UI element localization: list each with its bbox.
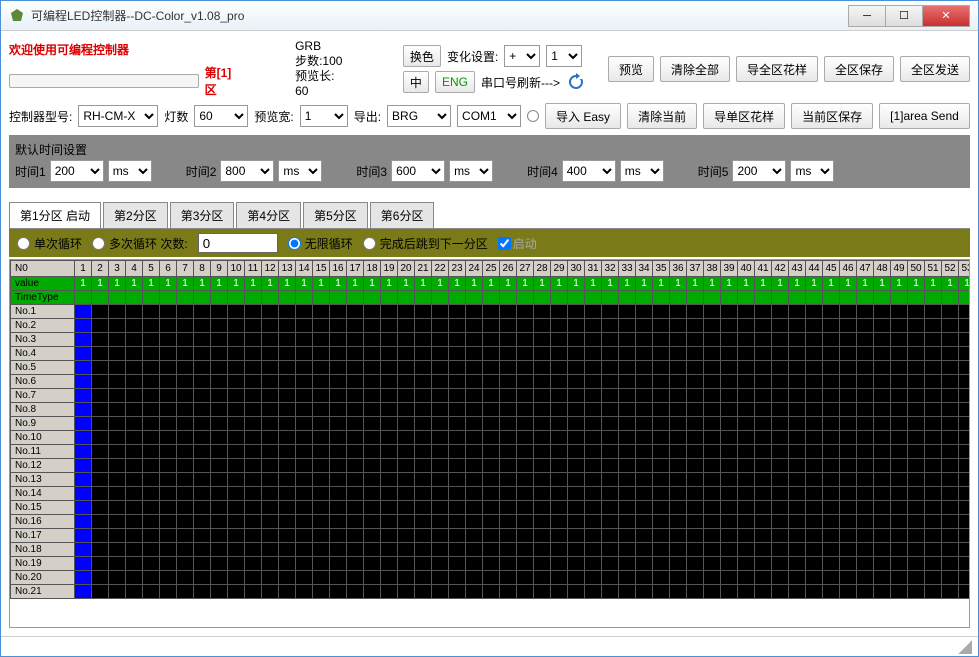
preview-width-select[interactable]: 1 (300, 105, 348, 127)
preview-button[interactable]: 预览 (608, 56, 654, 82)
table-row[interactable]: No.19 (11, 557, 971, 571)
zone-tab-5[interactable]: 第5分区 (303, 202, 368, 228)
startup-checkbox[interactable]: 启动 (498, 235, 537, 252)
clear-all-button[interactable]: 清除全部 (660, 56, 730, 82)
com-port-select[interactable]: COM1 (457, 105, 521, 127)
table-row[interactable]: No.14 (11, 487, 971, 501)
table-row[interactable]: No.21 (11, 585, 971, 599)
pattern-grid[interactable]: N012345678910111213141516171819202122232… (9, 259, 970, 628)
zone-tab-2[interactable]: 第2分区 (103, 202, 168, 228)
multi-loop-count[interactable] (198, 233, 278, 253)
table-row[interactable]: No.8 (11, 403, 971, 417)
table-row[interactable]: No.11 (11, 445, 971, 459)
time4-value[interactable]: 400 (562, 160, 616, 182)
table-row[interactable]: No.10 (11, 431, 971, 445)
time1-value[interactable]: 200 (50, 160, 104, 182)
table-row[interactable]: No.13 (11, 473, 971, 487)
send-all-button[interactable]: 全区发送 (900, 56, 970, 82)
window-title: 可编程LED控制器--DC-Color_v1.08_pro (31, 7, 849, 24)
table-row[interactable]: No.5 (11, 361, 971, 375)
time3-label: 时间3 (356, 163, 387, 180)
grb-label: GRB (295, 39, 351, 54)
one-select[interactable]: 1 (546, 45, 582, 67)
plus-select[interactable]: + (504, 45, 540, 67)
time5-unit[interactable]: ms (790, 160, 834, 182)
controller-model-label: 控制器型号: (9, 108, 72, 125)
table-row[interactable]: No.1 (11, 305, 971, 319)
time3-unit[interactable]: ms (449, 160, 493, 182)
zone-tab-4[interactable]: 第4分区 (236, 202, 301, 228)
preview-width-label: 预览宽: (254, 108, 293, 125)
table-row[interactable]: No.20 (11, 571, 971, 585)
lights-select[interactable]: 60 (194, 105, 248, 127)
area-send-button[interactable]: [1]area Send (879, 103, 970, 129)
zone-tab-6[interactable]: 第6分区 (370, 202, 435, 228)
save-current-button[interactable]: 当前区保存 (791, 103, 873, 129)
area-label: 第[1]区 (205, 64, 244, 98)
change-setting-label: 变化设置: (447, 48, 498, 65)
time5-label: 时间5 (698, 163, 729, 180)
progress-bar (9, 74, 199, 88)
status-dot (527, 110, 539, 122)
infinite-loop-radio[interactable]: 无限循环 (288, 235, 353, 252)
zone-tab-1[interactable]: 第1分区 启动 (9, 202, 101, 228)
export-all-pattern-button[interactable]: 导全区花样 (736, 56, 818, 82)
table-row[interactable]: No.7 (11, 389, 971, 403)
time2-value[interactable]: 800 (220, 160, 274, 182)
lights-label: 灯数 (164, 108, 188, 125)
loop-bar: 单次循环 多次循环 次数: 无限循环 完成后跳到下一分区 启动 (9, 229, 970, 257)
resize-grip[interactable] (958, 640, 972, 654)
table-row[interactable]: No.15 (11, 501, 971, 515)
clear-current-button[interactable]: 清除当前 (627, 103, 697, 129)
time-settings-bar: 默认时间设置 时间1 200 ms 时间2 800 ms 时间3 600 ms (9, 135, 970, 188)
steps-label: 步数:100 (295, 54, 351, 69)
com-refresh-label: 串口号刷新---> (481, 74, 560, 91)
save-all-button[interactable]: 全区保存 (824, 56, 894, 82)
table-row[interactable]: No.18 (11, 543, 971, 557)
zone-tab-3[interactable]: 第3分区 (170, 202, 235, 228)
time4-unit[interactable]: ms (620, 160, 664, 182)
time4-label: 时间4 (527, 163, 558, 180)
time3-value[interactable]: 600 (391, 160, 445, 182)
time-settings-title: 默认时间设置 (15, 141, 964, 158)
export-label: 导出: (354, 108, 381, 125)
minimize-button[interactable]: ─ (848, 5, 886, 27)
time2-unit[interactable]: ms (278, 160, 322, 182)
table-row[interactable]: No.4 (11, 347, 971, 361)
change-color-button[interactable]: 换色 (403, 45, 441, 67)
titlebar: 可编程LED控制器--DC-Color_v1.08_pro ─ ☐ ✕ (1, 1, 978, 31)
welcome-text: 欢迎使用可编程控制器 (9, 41, 243, 58)
statusbar (1, 636, 978, 656)
lang-en-button[interactable]: ENG (435, 71, 475, 93)
table-row[interactable]: No.6 (11, 375, 971, 389)
refresh-icon[interactable] (566, 72, 586, 92)
time1-label: 时间1 (15, 163, 46, 180)
time1-unit[interactable]: ms (108, 160, 152, 182)
table-row[interactable]: No.16 (11, 515, 971, 529)
app-icon (9, 8, 25, 24)
table-row[interactable]: No.17 (11, 529, 971, 543)
maximize-button[interactable]: ☐ (885, 5, 923, 27)
zone-tabs: 第1分区 启动第2分区第3分区第4分区第5分区第6分区 (9, 202, 970, 229)
preview-len-label: 预览长: 60 (295, 69, 351, 99)
table-row[interactable]: No.12 (11, 459, 971, 473)
jump-next-radio[interactable]: 完成后跳到下一分区 (363, 235, 488, 252)
table-row[interactable]: No.2 (11, 319, 971, 333)
lang-zh-button[interactable]: 中 (403, 71, 429, 93)
time5-value[interactable]: 200 (732, 160, 786, 182)
close-button[interactable]: ✕ (922, 5, 970, 27)
single-loop-radio[interactable]: 单次循环 (17, 235, 82, 252)
export-format-select[interactable]: BRG (387, 105, 451, 127)
multi-loop-radio[interactable]: 多次循环 次数: (92, 235, 188, 252)
controller-model-select[interactable]: RH-CM-X (78, 105, 158, 127)
export-single-pattern-button[interactable]: 导单区花样 (703, 103, 785, 129)
import-easy-button[interactable]: 导入 Easy (545, 103, 621, 129)
time2-label: 时间2 (186, 163, 217, 180)
table-row[interactable]: No.3 (11, 333, 971, 347)
table-row[interactable]: No.9 (11, 417, 971, 431)
info-block: GRB 步数:100 预览长: 60 (295, 39, 351, 99)
